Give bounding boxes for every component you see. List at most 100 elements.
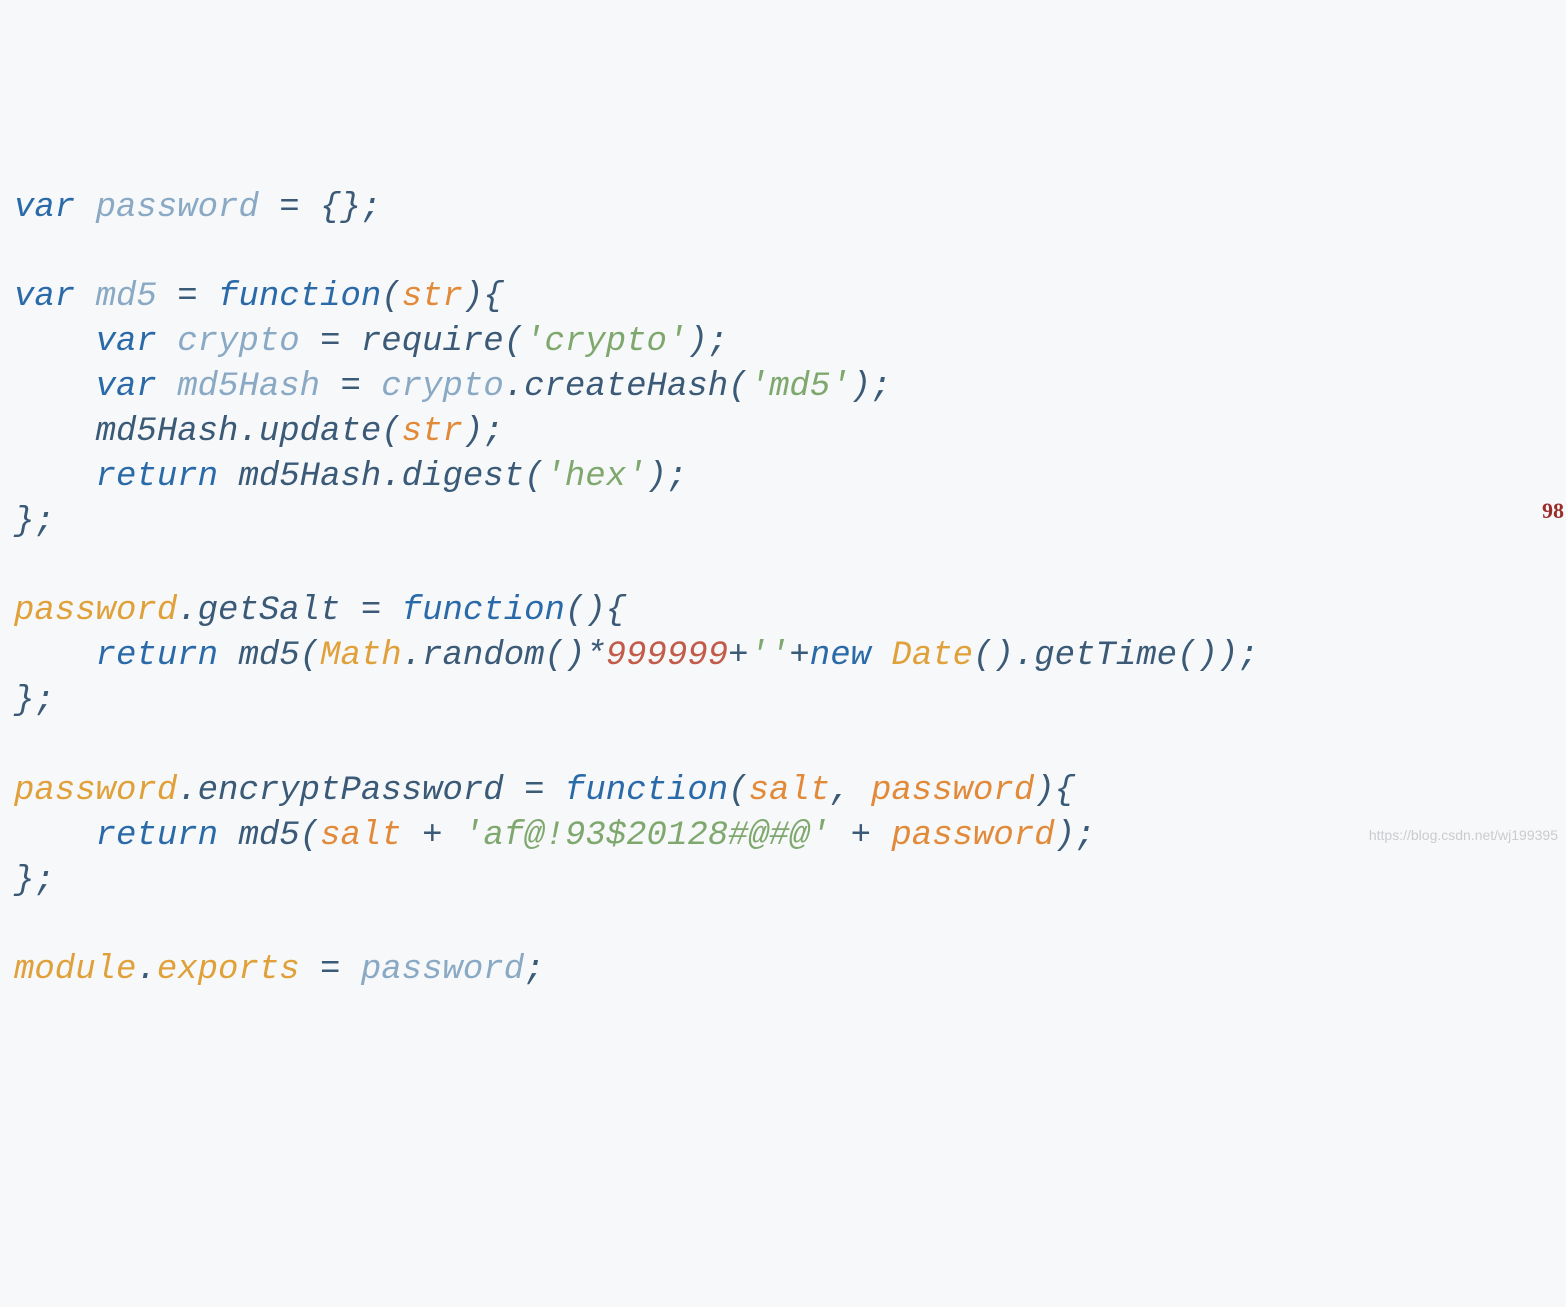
token-plain [14, 323, 96, 361]
token-prop: exports [157, 951, 300, 989]
token-punct: . [136, 951, 156, 989]
token-op: + [789, 637, 809, 675]
token-member: md5Hash.digest( [218, 458, 544, 496]
token-op: + [830, 817, 891, 855]
token-plain [14, 817, 96, 855]
token-punct: ); [687, 323, 728, 361]
token-member: md5Hash.update( [14, 413, 402, 451]
token-var-name: password [361, 951, 524, 989]
token-paren: (){ [565, 592, 626, 630]
token-num: 999999 [606, 637, 728, 675]
token-kw: return [96, 817, 218, 855]
token-plain [75, 189, 95, 227]
code-line [14, 545, 1552, 590]
token-member: getSalt [198, 592, 341, 630]
token-paren: ( [728, 772, 748, 810]
token-str: 'crypto' [524, 323, 687, 361]
token-prop: password [14, 772, 177, 810]
code-line: return md5(salt + 'af@!93$20128#@#@' + p… [14, 814, 1552, 859]
token-str: 'hex' [545, 458, 647, 496]
code-line: var md5 = function(str){ [14, 275, 1552, 320]
watermark-text: https://blog.csdn.net/wj199395 [1369, 826, 1558, 844]
token-op: = [320, 368, 381, 406]
token-member: encryptPassword [198, 772, 504, 810]
code-line: md5Hash.update(str); [14, 410, 1552, 455]
token-param: str [402, 278, 463, 316]
token-prop: module [14, 951, 136, 989]
token-prop: password [14, 592, 177, 630]
token-kw: var [14, 278, 75, 316]
token-param: password [871, 772, 1034, 810]
token-var-name: crypto [381, 368, 503, 406]
token-kw: new [810, 637, 871, 675]
token-punct: }; [14, 503, 55, 541]
token-var-name: md5Hash [177, 368, 320, 406]
token-var-name: md5 [96, 278, 157, 316]
token-op: = [340, 592, 401, 630]
token-ident: = require( [300, 323, 524, 361]
token-punct: }; [14, 682, 55, 720]
token-plain [75, 278, 95, 316]
token-member: md5( [218, 817, 320, 855]
token-member: ().getTime()); [973, 637, 1259, 675]
token-punct: ); [647, 458, 688, 496]
token-punct: ); [463, 413, 504, 451]
token-member: .createHash( [504, 368, 749, 406]
token-var-name: crypto [177, 323, 299, 361]
token-op: = [157, 278, 218, 316]
token-kw: var [14, 189, 75, 227]
token-builtin: Math [320, 637, 402, 675]
token-op: = [300, 951, 361, 989]
token-op: + [402, 817, 463, 855]
code-line: var password = {}; [14, 186, 1552, 231]
code-block: var password = {}; var md5 = function(st… [14, 186, 1552, 994]
overflow-indicator: 98 [1542, 496, 1564, 525]
token-plain [14, 368, 96, 406]
token-param: password [891, 817, 1054, 855]
token-kw: var [96, 323, 157, 361]
token-punct: . [177, 592, 197, 630]
token-kw: var [96, 368, 157, 406]
code-line: }; [14, 500, 1552, 545]
token-kw: return [96, 458, 218, 496]
token-func: function [565, 772, 728, 810]
token-punct: ); [851, 368, 892, 406]
token-paren: ( [381, 278, 401, 316]
token-str: '' [749, 637, 790, 675]
code-line: }; [14, 859, 1552, 904]
code-line: module.exports = password; [14, 948, 1552, 993]
token-str: 'md5' [749, 368, 851, 406]
code-line [14, 904, 1552, 949]
token-param: salt [749, 772, 831, 810]
code-line: var crypto = require('crypto'); [14, 320, 1552, 365]
code-line [14, 724, 1552, 769]
token-kw: return [96, 637, 218, 675]
token-punct: , [830, 772, 871, 810]
token-func: function [218, 278, 381, 316]
token-param: salt [320, 817, 402, 855]
token-plain [14, 637, 96, 675]
token-builtin: Date [891, 637, 973, 675]
token-op: = [504, 772, 565, 810]
code-line: return md5(Math.random()*999999+''+new D… [14, 634, 1552, 679]
token-paren: ){ [463, 278, 504, 316]
code-line: password.encryptPassword = function(salt… [14, 769, 1552, 814]
code-line: return md5Hash.digest('hex'); [14, 455, 1552, 500]
token-op: + [728, 637, 748, 675]
token-punct: }; [14, 862, 55, 900]
token-var-name: password [96, 189, 259, 227]
token-func: function [402, 592, 565, 630]
token-plain [871, 637, 891, 675]
token-punct: = {}; [259, 189, 381, 227]
token-member: .random()* [402, 637, 606, 675]
token-plain [14, 458, 96, 496]
token-plain [157, 323, 177, 361]
code-line: password.getSalt = function(){ [14, 589, 1552, 634]
code-line: }; [14, 679, 1552, 724]
token-str: 'af@!93$20128#@#@' [463, 817, 830, 855]
code-line [14, 230, 1552, 275]
token-param: str [402, 413, 463, 451]
code-line: var md5Hash = crypto.createHash('md5'); [14, 365, 1552, 410]
token-punct: ; [524, 951, 544, 989]
token-punct: ); [1055, 817, 1096, 855]
